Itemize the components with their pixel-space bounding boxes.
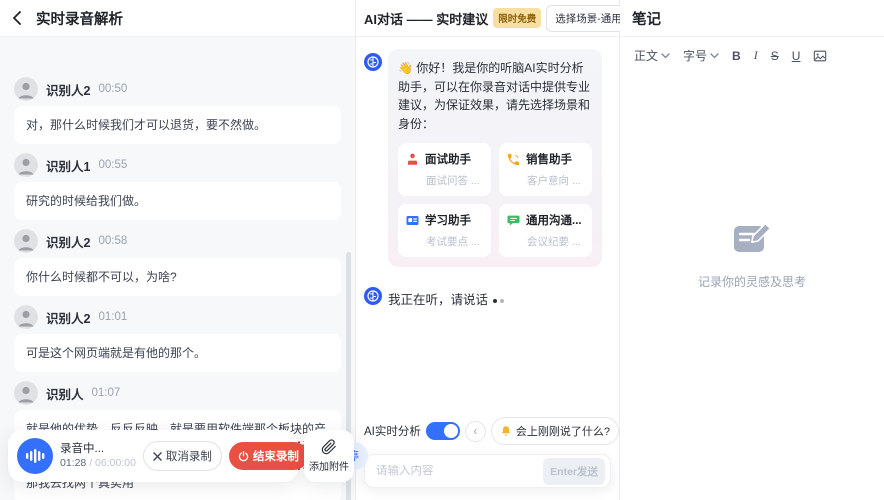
ai-chat-footer: AI实时分析 ‹ 会上刚刚说了什么? › Enter发送 [356, 411, 619, 500]
bell-icon [500, 425, 512, 437]
recorder-bar: 录音中... 01:28 / 06:00:00 取消录制 结束录制 暂停 [8, 430, 298, 482]
speaker-name: 识别人1 [46, 156, 90, 175]
brain-logo-icon [367, 56, 379, 68]
chevron-left-icon: ‹ [473, 425, 477, 437]
speaker-name: 识别人2 [46, 80, 90, 99]
page-title: 实时录音解析 [36, 8, 123, 29]
transcript-text: 你什么时候都不可以，为啥? [14, 258, 341, 296]
ai-analysis-toggle[interactable] [426, 422, 460, 440]
close-icon [153, 452, 162, 461]
ai-avatar [364, 287, 382, 305]
select-scene-button[interactable]: 选择场景-通用 [546, 5, 631, 32]
study-card-icon [405, 213, 420, 228]
note-pen-icon [731, 221, 773, 259]
person-icon [14, 229, 38, 253]
typing-dots [490, 292, 504, 306]
ai-avatar [364, 53, 382, 71]
ai-chat-body: 👋 你好！我是你的听脑AI实时分析助手，可以在你录音对话中提供专业建议，为保证效… [356, 37, 619, 411]
notes-panel: 笔记 正文 字号 B I S U 记录你的灵感及 [620, 0, 884, 500]
transcript-text: 研究的时候给我们做。 [14, 182, 341, 220]
ai-greeting-bubble: 👋 你好！我是你的听脑AI实时分析助手，可以在你录音对话中提供专业建议，为保证效… [388, 49, 602, 267]
speaker-avatar [14, 77, 38, 101]
transcript-panel: 实时录音解析 识别人2 00:50 对，那什么时候我们才可以退货，要不然做。 识… [0, 0, 356, 500]
free-badge: 限时免费 [493, 8, 541, 28]
interview-icon [405, 152, 420, 167]
waveform-icon [25, 447, 45, 465]
chat-input-box: Enter发送 [364, 454, 611, 488]
recording-indicator-button[interactable] [17, 438, 53, 474]
send-button[interactable]: Enter发送 [543, 458, 605, 485]
ai-analysis-label: AI实时分析 [364, 423, 421, 439]
speaker-avatar [14, 305, 38, 329]
transcript-entry: 识别人2 01:01 可是这个网页端就是有他的那个。 [14, 305, 341, 372]
chevron-left-icon [12, 11, 21, 25]
speaker-avatar [14, 153, 38, 177]
transcript-entry: 识别人1 00:55 研究的时候给我们做。 [14, 153, 341, 220]
assistant-card-sales[interactable]: 销售助手 客户意向 ... [499, 143, 592, 196]
transcript-text: 可是这个网页端就是有他的那个。 [14, 334, 341, 372]
person-icon [14, 153, 38, 177]
wave-emoji: 👋 [398, 61, 413, 75]
person-icon [14, 77, 38, 101]
greeting-text: 👋 你好！我是你的听脑AI实时分析助手，可以在你录音对话中提供专业建议，为保证效… [398, 59, 592, 133]
transcript-text: 对，那什么时候我们才可以退货，要不然做。 [14, 106, 341, 144]
timestamp: 01:07 [92, 387, 121, 399]
ai-chat-panel: AI对话 —— 实时建议 限时免费 选择场景-通用 👋 你好！我是你的听脑AI实… [356, 0, 620, 500]
listening-text: 我正在听，请说话 [388, 289, 504, 308]
speaker-name: 识别人2 [46, 308, 90, 327]
speaker-name: 识别人 [46, 384, 84, 403]
phone-icon [506, 152, 521, 167]
back-button[interactable] [12, 8, 32, 28]
transcript-entry: 识别人2 00:58 你什么时候都不可以，为啥? [14, 229, 341, 296]
assistant-card-study[interactable]: 学习助手 考试要点 ... [398, 204, 491, 257]
speaker-avatar [14, 229, 38, 253]
chat-input[interactable] [376, 465, 537, 477]
ai-chat-title: AI对话 —— 实时建议 [364, 9, 488, 28]
stop-record-button[interactable]: 结束录制 [229, 442, 308, 470]
timestamp: 00:58 [98, 235, 127, 247]
recording-status: 录音中... [60, 442, 136, 456]
timestamp: 00:55 [98, 159, 127, 171]
app-window: 实时录音解析 识别人2 00:50 对，那什么时候我们才可以退货，要不然做。 识… [0, 0, 884, 500]
assistant-card-interview[interactable]: 面试助手 面试问答 ... [398, 143, 491, 196]
ai-chat-header: AI对话 —— 实时建议 限时免费 选择场景-通用 [356, 0, 619, 37]
recording-time: 01:28 / 06:00:00 [60, 457, 136, 470]
timestamp: 01:01 [98, 311, 127, 323]
quick-question-chip[interactable]: 会上刚刚说了什么? [491, 417, 619, 445]
speaker-avatar [14, 381, 38, 405]
prev-question-button[interactable]: ‹ [465, 421, 486, 442]
person-icon [14, 381, 38, 405]
paperclip-icon [321, 439, 337, 455]
transcript-entry: 识别人2 00:50 对，那什么时候我们才可以退货，要不然做。 [14, 77, 341, 144]
notes-empty-state: 记录你的灵感及思考 [620, 10, 884, 500]
notes-empty-text: 记录你的灵感及思考 [698, 273, 806, 290]
add-attachment-button[interactable]: 添加附件 [304, 430, 354, 482]
chat-bubble-icon [506, 213, 521, 228]
transcript-header: 实时录音解析 [0, 0, 355, 37]
timestamp: 00:50 [98, 83, 127, 95]
person-icon [14, 305, 38, 329]
power-icon [238, 451, 249, 462]
brain-logo-icon [367, 290, 379, 302]
assistant-card-general[interactable]: 通用沟通... 会议纪要 ... [499, 204, 592, 257]
ai-message-listening: 我正在听，请说话 [364, 283, 611, 308]
speaker-name: 识别人2 [46, 232, 90, 251]
ai-message: 👋 你好！我是你的听脑AI实时分析助手，可以在你录音对话中提供专业建议，为保证效… [364, 49, 611, 267]
cancel-record-button[interactable]: 取消录制 [143, 441, 222, 471]
assistant-cards: 面试助手 面试问答 ... 销售助手 客户意向 ... [398, 143, 592, 257]
